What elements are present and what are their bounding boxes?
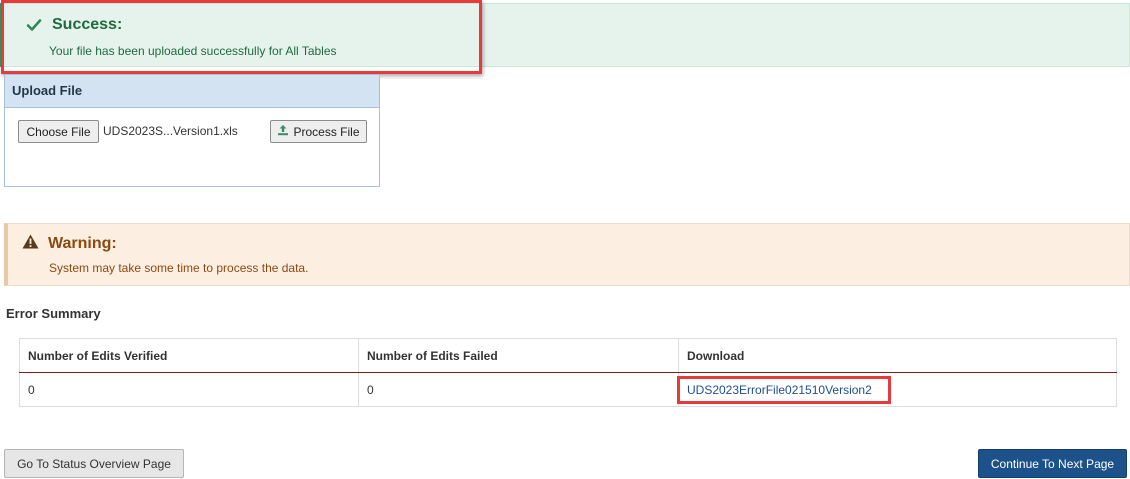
upload-icon bbox=[277, 124, 289, 139]
edits-verified-cell: 0 bbox=[19, 372, 359, 407]
warning-heading: Warning: bbox=[22, 234, 117, 254]
warning-title: Warning: bbox=[48, 235, 117, 252]
warning-alert: Warning: System may take some time to pr… bbox=[4, 223, 1130, 286]
process-file-label: Process File bbox=[293, 124, 360, 139]
table-row: 0 0 UDS2023ErrorFile021510Version2 bbox=[19, 372, 1117, 407]
process-file-button[interactable]: Process File bbox=[270, 120, 367, 143]
warning-message: System may take some time to process the… bbox=[49, 261, 309, 275]
selected-file-name: UDS2023S...Version1.xls bbox=[103, 124, 238, 138]
column-header-verified: Number of Edits Verified bbox=[19, 338, 359, 373]
continue-next-page-button[interactable]: Continue To Next Page bbox=[978, 449, 1127, 478]
column-header-download: Download bbox=[678, 338, 1117, 373]
table-header-row: Number of Edits Verified Number of Edits… bbox=[19, 338, 1117, 373]
choose-file-button[interactable]: Choose File bbox=[18, 120, 99, 143]
status-overview-button[interactable]: Go To Status Overview Page bbox=[4, 449, 184, 478]
upload-panel-header: Upload File bbox=[5, 75, 379, 108]
edits-failed-cell: 0 bbox=[358, 372, 679, 407]
download-highlight-box bbox=[677, 376, 891, 404]
warning-triangle-icon bbox=[22, 234, 39, 254]
column-header-failed: Number of Edits Failed bbox=[358, 338, 679, 373]
success-highlight-box bbox=[1, 0, 482, 74]
error-summary-table: Number of Edits Verified Number of Edits… bbox=[19, 338, 1117, 407]
download-cell: UDS2023ErrorFile021510Version2 bbox=[677, 372, 1117, 407]
upload-file-panel: Upload File Choose File UDS2023S...Versi… bbox=[4, 74, 380, 187]
error-summary-heading: Error Summary bbox=[6, 306, 101, 321]
